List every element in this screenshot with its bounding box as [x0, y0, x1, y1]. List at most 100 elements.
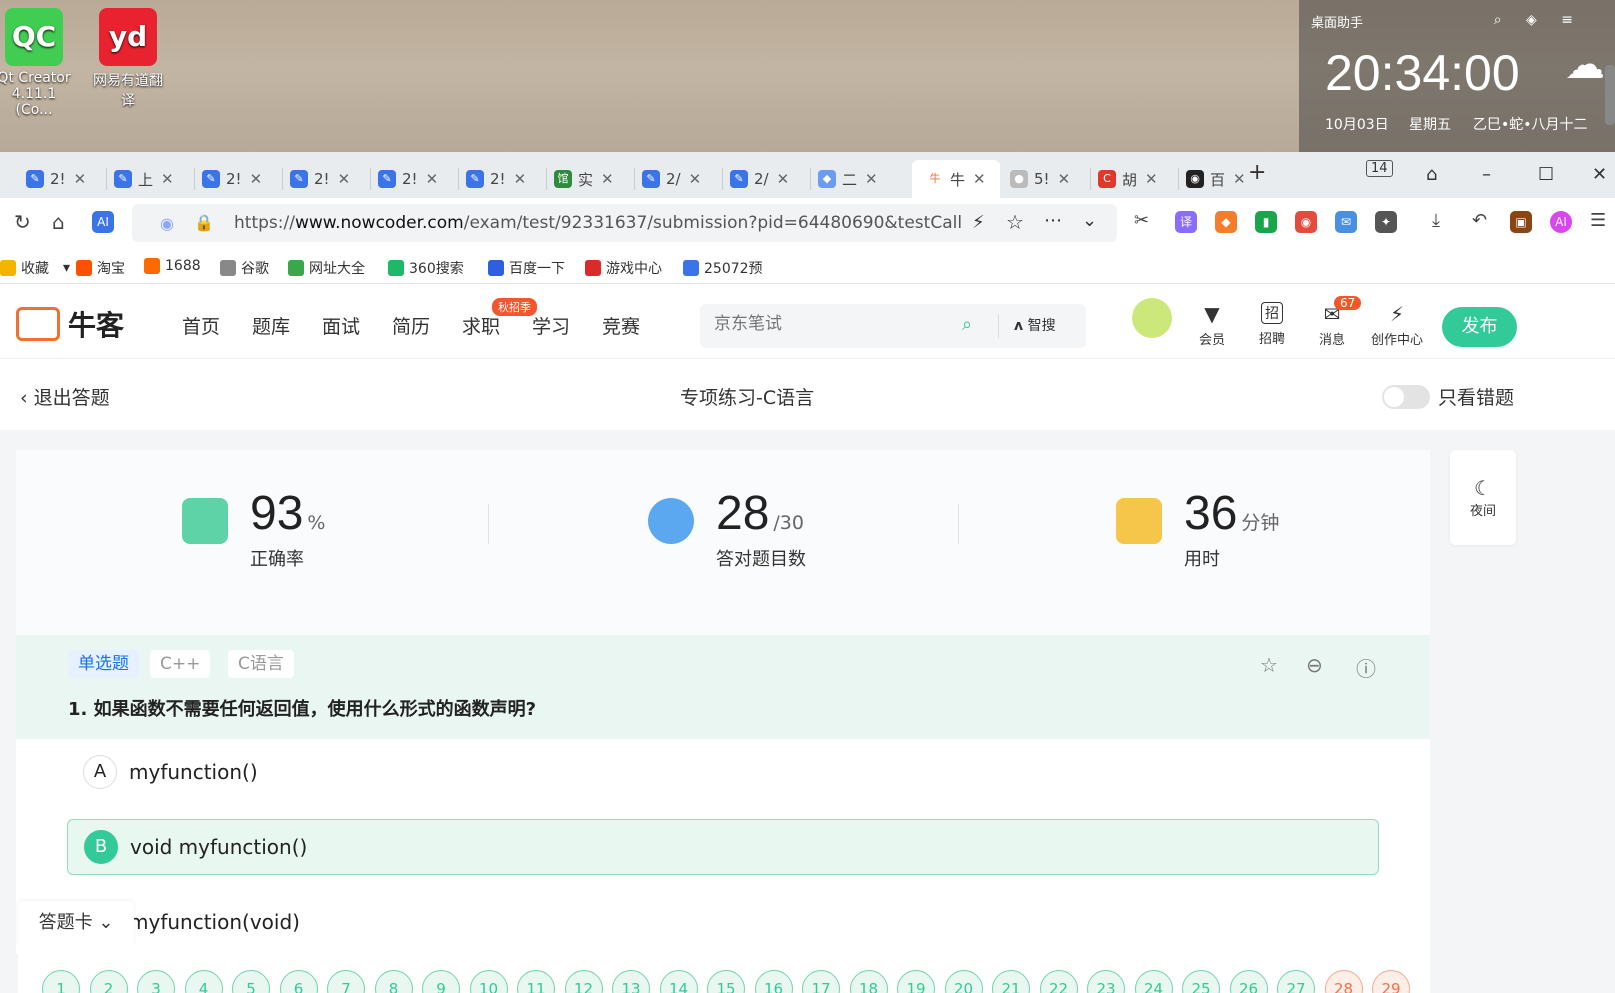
- night-mode-button[interactable]: ☾ 夜间: [1450, 450, 1516, 545]
- tab-close-icon[interactable]: ✕: [338, 170, 351, 188]
- nav-contest[interactable]: 竞赛: [602, 312, 640, 339]
- answer-card-cell[interactable]: 23: [1087, 970, 1125, 993]
- wrong-only-toggle[interactable]: [1382, 385, 1430, 409]
- game-icon[interactable]: ◆: [1215, 211, 1237, 233]
- publish-button[interactable]: 发布: [1442, 307, 1517, 347]
- answer-card-cell[interactable]: 26: [1229, 970, 1268, 993]
- option-a[interactable]: Amyfunction(): [67, 744, 1379, 800]
- tab-close-icon[interactable]: ✕: [865, 170, 878, 188]
- chevron-down-icon[interactable]: ▾: [63, 260, 70, 276]
- scissors-icon[interactable]: ✂: [1134, 210, 1149, 231]
- bookmark-item[interactable]: 谷歌: [220, 258, 269, 278]
- puzzle-icon[interactable]: ✦: [1375, 211, 1397, 233]
- answer-card-cell[interactable]: 6: [279, 970, 318, 993]
- browser-tab[interactable]: ◉ 百 ✕: [1186, 160, 1246, 198]
- browser-tab[interactable]: ✎ 2! ✕: [466, 160, 526, 198]
- tab-close-icon[interactable]: ✕: [1145, 170, 1158, 188]
- answer-card-cell[interactable]: 7: [327, 970, 365, 993]
- answer-card-cell[interactable]: 5: [232, 970, 270, 993]
- tab-close-icon[interactable]: ✕: [1233, 170, 1246, 188]
- bookmark-item[interactable]: 1688: [144, 258, 201, 274]
- desktop-icon-youdao[interactable]: yd 网易有道翻译: [88, 8, 168, 110]
- answer-card-cell[interactable]: 2: [89, 970, 128, 993]
- tab-count-indicator[interactable]: 14: [1366, 160, 1393, 177]
- answer-card-cell[interactable]: 9: [422, 970, 460, 993]
- exit-exam-button[interactable]: ‹ 退出答题: [20, 383, 110, 410]
- avatar[interactable]: [1132, 298, 1172, 338]
- shirt-icon[interactable]: ⌂: [1426, 164, 1437, 185]
- url-box[interactable]: ◉ 🔒 https://www.nowcoder.com/exam/test/9…: [132, 204, 1117, 242]
- chevron-down-icon[interactable]: ⌄: [1082, 210, 1097, 231]
- tab-close-icon[interactable]: ✕: [777, 170, 790, 188]
- weibo-icon[interactable]: ◉: [1295, 211, 1317, 233]
- answer-card-cell[interactable]: 19: [897, 970, 935, 993]
- translate-icon[interactable]: 译: [1175, 211, 1197, 233]
- bookmark-ext-icon[interactable]: ▮: [1255, 211, 1277, 233]
- smart-search-button[interactable]: ʌ 智搜: [1014, 315, 1056, 335]
- lightning-icon[interactable]: ⚡: [972, 212, 985, 233]
- briefcase-icon[interactable]: ▣: [1510, 211, 1532, 233]
- answer-card-cell[interactable]: 3: [137, 970, 175, 993]
- answer-card-cell[interactable]: 12: [564, 970, 603, 993]
- desktop-scrollbar[interactable]: [1605, 65, 1615, 125]
- header-vip[interactable]: ▼ 会员: [1186, 302, 1238, 348]
- answer-card-cell[interactable]: 15: [707, 970, 745, 993]
- bookmark-item[interactable]: 360搜索: [388, 258, 464, 278]
- tab-close-icon[interactable]: ✕: [973, 170, 986, 188]
- answer-card-cell[interactable]: 16: [754, 970, 793, 993]
- menu-icon[interactable]: ☰: [1590, 210, 1606, 231]
- option-b[interactable]: Bvoid myfunction(): [67, 819, 1379, 875]
- browser-tab[interactable]: ✎ 2! ✕: [378, 160, 438, 198]
- tab-close-icon[interactable]: ✕: [514, 170, 527, 188]
- new-tab-button[interactable]: +: [1248, 160, 1266, 185]
- browser-tab[interactable]: ◆ 二 ✕: [818, 160, 878, 198]
- search-input[interactable]: [714, 314, 954, 334]
- mail-icon[interactable]: ✉: [1335, 211, 1357, 233]
- answer-card-cell[interactable]: 24: [1134, 970, 1173, 993]
- nav-resume[interactable]: 简历: [392, 312, 430, 339]
- tab-close-icon[interactable]: ✕: [161, 170, 174, 188]
- answer-card-cell[interactable]: 4: [184, 970, 223, 993]
- nowcoder-logo[interactable]: 牛客: [16, 304, 124, 344]
- maximize-icon[interactable]: ☐: [1538, 164, 1554, 185]
- answer-card-cell[interactable]: 25: [1182, 970, 1220, 993]
- browser-tab[interactable]: ● 5! ✕: [1010, 160, 1070, 198]
- option-c[interactable]: Cmyfunction(void): [67, 894, 1379, 950]
- bookmark-item[interactable]: 淘宝: [76, 258, 125, 278]
- answer-card-cell[interactable]: 20: [944, 970, 983, 993]
- browser-tab[interactable]: ✎ 2! ✕: [202, 160, 262, 198]
- answer-card-cell[interactable]: 29: [1372, 970, 1410, 993]
- star-icon[interactable]: ☆: [1260, 653, 1278, 677]
- answer-card-toggle[interactable]: 答题卡 ⌄: [18, 901, 134, 945]
- report-icon[interactable]: ⓘ: [1356, 653, 1376, 682]
- tab-close-icon[interactable]: ✕: [250, 170, 263, 188]
- browser-tab[interactable]: ✎ 2! ✕: [26, 160, 86, 198]
- ai-icon[interactable]: AI: [92, 211, 114, 233]
- star-icon[interactable]: ☆: [1006, 210, 1024, 234]
- bookmark-item[interactable]: 收藏 ▾: [0, 258, 70, 278]
- browser-tab[interactable]: 牛牛 ✕: [912, 160, 1000, 198]
- browser-tab[interactable]: ✎ 上 ✕: [114, 160, 174, 198]
- answer-card-cell[interactable]: 8: [374, 970, 413, 993]
- bookmark-item[interactable]: 游戏中心: [585, 258, 662, 278]
- bookmark-item[interactable]: 网址大全: [288, 258, 365, 278]
- url-text[interactable]: https://www.nowcoder.com/exam/test/92331…: [234, 213, 962, 233]
- ai-assistant-icon[interactable]: AI: [1550, 211, 1572, 233]
- bookmark-item[interactable]: 25072预: [683, 258, 763, 278]
- nav-jobs[interactable]: 求职: [462, 312, 500, 339]
- tab-close-icon[interactable]: ✕: [1058, 170, 1071, 188]
- download-icon[interactable]: ⤓: [1432, 210, 1440, 231]
- header-creator-center[interactable]: ⚡ 创作中心: [1362, 302, 1432, 348]
- search-icon[interactable]: ⌕: [962, 314, 972, 335]
- bookmark-item[interactable]: 百度一下: [488, 258, 565, 278]
- answer-card-cell[interactable]: 28: [1324, 970, 1363, 993]
- close-window-icon[interactable]: ✕: [1592, 164, 1607, 185]
- answer-card-cell[interactable]: 18: [849, 970, 888, 993]
- header-recruit[interactable]: 招招聘: [1246, 302, 1298, 347]
- answer-card-cell[interactable]: 10: [469, 970, 508, 993]
- refresh-icon[interactable]: ↻: [14, 210, 31, 234]
- tab-close-icon[interactable]: ✕: [74, 170, 87, 188]
- undo-icon[interactable]: ↶: [1472, 210, 1487, 231]
- tab-close-icon[interactable]: ✕: [689, 170, 702, 188]
- answer-card-cell[interactable]: 27: [1277, 970, 1315, 993]
